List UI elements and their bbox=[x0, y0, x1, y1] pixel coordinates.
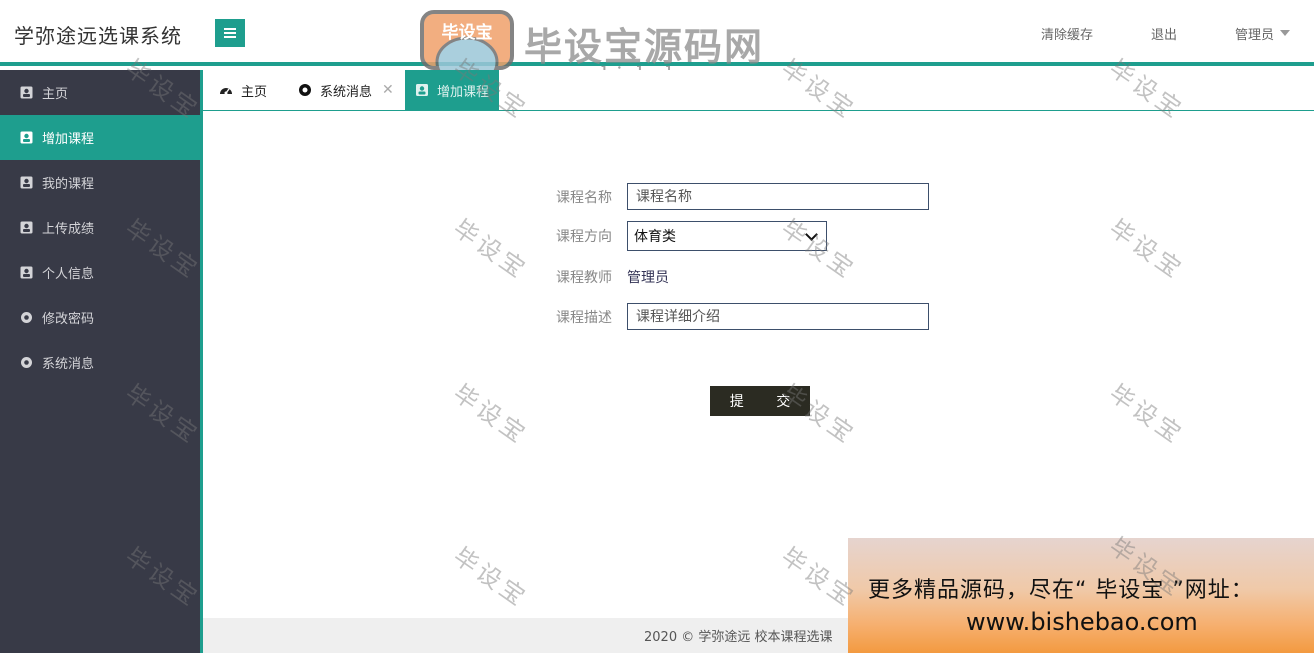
logout-link[interactable]: 退出 bbox=[1151, 24, 1177, 43]
course-name-row: 课程名称 bbox=[556, 183, 929, 210]
sidebar-item-label: 主页 bbox=[42, 87, 69, 102]
user-card-icon bbox=[20, 86, 33, 99]
brand-name: 毕设宝源码网 bbox=[524, 25, 765, 69]
app-title: 学弥途远选课系统 bbox=[14, 24, 182, 48]
close-icon[interactable]: ✕ bbox=[382, 82, 394, 98]
footer-text: 2020 © 学弥途远 校本课程选课 bbox=[644, 630, 833, 645]
chevron-down-icon bbox=[805, 227, 818, 241]
tab-label: 增加课程 bbox=[437, 84, 490, 100]
ad-line-1: 更多精品源码，尽在“ 毕设宝 ”网址： bbox=[868, 578, 1254, 603]
course-desc-input[interactable] bbox=[627, 303, 929, 330]
course-direction-select[interactable]: 体育类 bbox=[627, 221, 827, 251]
tab-home[interactable]: 主页 bbox=[205, 70, 281, 110]
sidebar-item-add-course[interactable]: 增加课程 bbox=[0, 115, 200, 160]
course-name-input[interactable] bbox=[627, 183, 929, 210]
sidebar-item-upload-grades[interactable]: 上传成绩 bbox=[0, 205, 200, 250]
course-desc-label: 课程描述 bbox=[556, 309, 612, 326]
tab-add-course[interactable]: 增加课程 bbox=[405, 70, 500, 110]
user-card-icon bbox=[20, 131, 33, 144]
submit-button[interactable]: 提 交 bbox=[710, 386, 810, 416]
sidebar-item-profile[interactable]: 个人信息 bbox=[0, 250, 200, 295]
user-card-icon bbox=[416, 84, 428, 96]
sidebar-item-my-courses[interactable]: 我的课程 bbox=[0, 160, 200, 205]
sidebar: 主页 增加课程 我的课程 上传成绩 个人信息 修改密码 系统消息 bbox=[0, 70, 200, 653]
tab-label: 主页 bbox=[241, 84, 268, 100]
course-teacher-value: 管理员 bbox=[627, 270, 669, 286]
sidebar-item-messages[interactable]: 系统消息 bbox=[0, 340, 200, 385]
user-menu[interactable]: 管理员 bbox=[1235, 24, 1290, 43]
course-direction-row: 课程方向 体育类 bbox=[556, 221, 827, 251]
ad-line-2: www.bishebao.com bbox=[966, 608, 1198, 636]
watermark: 毕设宝 bbox=[448, 378, 534, 451]
sidebar-item-label: 增加课程 bbox=[42, 132, 95, 147]
sidebar-divider bbox=[200, 70, 203, 653]
sidebar-item-label: 修改密码 bbox=[42, 312, 95, 327]
watermark: 毕设宝 bbox=[1104, 213, 1190, 286]
user-card-icon bbox=[20, 266, 33, 279]
sidebar-item-home[interactable]: 主页 bbox=[0, 70, 200, 115]
user-name: 管理员 bbox=[1234, 27, 1274, 43]
tab-messages[interactable]: 系统消息 ✕ bbox=[284, 70, 408, 110]
header-actions: 清除缓存 退出 管理员 bbox=[1041, 0, 1314, 66]
sidebar-item-label: 个人信息 bbox=[42, 267, 95, 282]
tab-bar: 主页 系统消息 ✕ 增加课程 bbox=[203, 70, 1314, 111]
sidebar-item-change-password[interactable]: 修改密码 bbox=[0, 295, 200, 340]
circle-icon bbox=[299, 84, 311, 96]
watermark: 毕设宝 bbox=[448, 213, 534, 286]
logo-text: 毕设宝 bbox=[442, 22, 493, 43]
caret-down-icon bbox=[1280, 30, 1290, 36]
course-teacher-label: 课程教师 bbox=[556, 270, 612, 286]
course-direction-label: 课程方向 bbox=[556, 229, 612, 245]
sidebar-item-label: 我的课程 bbox=[42, 177, 95, 192]
sidebar-item-label: 系统消息 bbox=[42, 357, 95, 372]
hamburger-icon bbox=[224, 28, 236, 38]
course-direction-value: 体育类 bbox=[634, 229, 676, 245]
sidebar-item-label: 上传成绩 bbox=[42, 222, 95, 237]
circle-icon bbox=[21, 312, 32, 323]
watermark: 毕设宝 bbox=[1104, 378, 1190, 451]
course-name-label: 课程名称 bbox=[556, 189, 612, 206]
watermark: 毕设宝 bbox=[448, 541, 534, 614]
course-teacher-row: 课程教师 管理员 bbox=[556, 267, 669, 287]
circle-icon bbox=[21, 357, 32, 368]
user-card-icon bbox=[20, 221, 33, 234]
menu-toggle-button[interactable] bbox=[215, 19, 245, 47]
course-desc-row: 课程描述 bbox=[556, 303, 929, 330]
dashboard-icon bbox=[220, 88, 232, 95]
clear-cache-link[interactable]: 清除缓存 bbox=[1041, 24, 1093, 43]
tab-label: 系统消息 bbox=[320, 84, 373, 100]
ad-banner[interactable]: 更多精品源码，尽在“ 毕设宝 ”网址： www.bishebao.com bbox=[848, 538, 1314, 653]
user-card-icon bbox=[20, 176, 33, 189]
